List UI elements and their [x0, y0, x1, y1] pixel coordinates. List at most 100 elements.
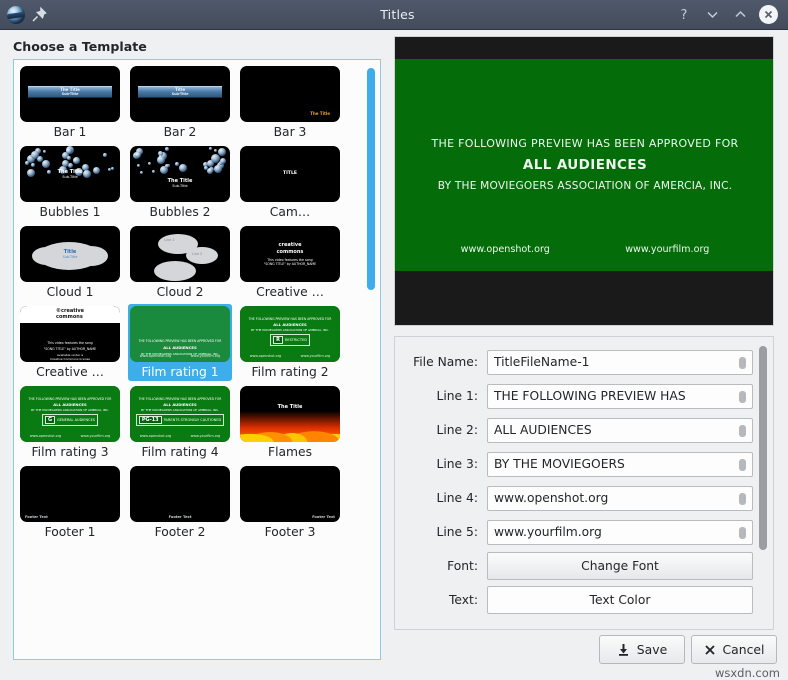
template-item-label: Creative …: [256, 284, 324, 300]
chevron-up-icon[interactable]: [731, 6, 749, 24]
field-value: THE FOLLOWING PREVIEW HAS: [494, 389, 686, 403]
field-line-4-input[interactable]: www.openshot.org: [487, 486, 753, 511]
template-item-label: Flames: [268, 444, 312, 460]
template-thumbnail: The TitleSub-Title: [20, 66, 120, 122]
openshot-logo-icon: [6, 5, 26, 25]
template-item-label: Film rating 2: [251, 364, 328, 380]
button-label: Change Font: [581, 559, 659, 573]
template-item-label: Footer 1: [45, 524, 96, 540]
form-row: Line 5:www.yourfilm.org: [395, 515, 753, 549]
template-item-bar-3[interactable]: The TitleBar 3: [238, 64, 342, 141]
form-label: Text:: [401, 593, 487, 607]
field-line-3-input[interactable]: BY THE MOVIEGOERS: [487, 452, 753, 477]
template-item-film-rating-4[interactable]: THE FOLLOWING PREVIEW HAS BEEN APPROVED …: [128, 384, 232, 461]
form-row: Line 2: ALL AUDIENCES: [395, 413, 753, 447]
save-button[interactable]: Save: [599, 635, 685, 664]
template-list-scrollbar-thumb[interactable]: [367, 68, 375, 290]
title-preview: THE FOLLOWING PREVIEW HAS BEEN APPROVED …: [394, 36, 774, 326]
template-item-cloud-1[interactable]: TitleSub-TitleCloud 1: [18, 224, 122, 301]
template-thumbnail: TITLE: [240, 146, 340, 202]
field-clear-handle-icon[interactable]: [739, 357, 746, 369]
form-row: Font: Change Font: [395, 549, 753, 583]
template-thumbnail: THE FOLLOWING PREVIEW HAS BEEN APPROVED …: [130, 386, 230, 442]
form-label: Line 1:: [401, 389, 487, 403]
template-item-footer-1[interactable]: Footer Text Footer 1: [18, 464, 122, 541]
form-row: Line 3:BY THE MOVIEGOERS: [395, 447, 753, 481]
download-icon: [617, 643, 630, 656]
template-item-film-rating-3[interactable]: THE FOLLOWING PREVIEW HAS BEEN APPROVED …: [18, 384, 122, 461]
form-row: Text: Text Color: [395, 583, 753, 617]
template-item-label: Cloud 1: [47, 284, 94, 300]
preview-line-1: THE FOLLOWING PREVIEW HAS BEEN APPROVED …: [395, 137, 774, 150]
field-value: TitleFileName-1: [494, 355, 589, 369]
field-value: ALL AUDIENCES: [494, 423, 592, 437]
template-item-label: Bubbles 1: [40, 204, 101, 220]
template-list-scrollbar[interactable]: [367, 62, 378, 657]
template-item-creative[interactable]: ©creativecommons This video features the…: [18, 304, 122, 381]
template-item-bar-1[interactable]: The TitleSub-Title Bar 1: [18, 64, 122, 141]
pin-icon[interactable]: [30, 6, 48, 24]
template-thumbnail: Footer Text: [20, 466, 120, 522]
template-item-creative[interactable]: creativecommons This video features the …: [238, 224, 342, 301]
template-item-cam[interactable]: TITLE Cam…: [238, 144, 342, 221]
text-color-button[interactable]: Text Color: [487, 586, 753, 614]
template-thumbnail: Footer Text: [130, 466, 230, 522]
field-file-name-input[interactable]: TitleFileName-1: [487, 350, 753, 375]
template-item-footer-3[interactable]: Footer Text Footer 3: [238, 464, 342, 541]
help-icon[interactable]: ?: [675, 6, 693, 24]
template-list[interactable]: The TitleSub-Title Bar 1 TitleSub-TitleBar…: [13, 59, 381, 660]
template-item-bubbles-2[interactable]: The TitleSub-TitleBubbles 2: [128, 144, 232, 221]
template-item-label: Bar 1: [54, 124, 87, 140]
template-chooser-pane: Choose a Template The TitleSub-Title Bar …: [0, 30, 388, 634]
template-item-label: Bubbles 2: [150, 204, 211, 220]
field-clear-handle-icon[interactable]: [739, 493, 746, 505]
chevron-down-icon[interactable]: [703, 6, 721, 24]
form-row: Line 1: THE FOLLOWING PREVIEW HAS: [395, 379, 753, 413]
template-thumbnail: Line 1 Line 2: [130, 226, 230, 282]
form-scrollbar[interactable]: [759, 340, 771, 626]
save-button-label: Save: [637, 642, 667, 657]
preview-line-2: ALL AUDIENCES: [395, 157, 774, 173]
template-item-label: Footer 3: [265, 524, 316, 540]
preview-text-block: THE FOLLOWING PREVIEW HAS BEEN APPROVED …: [395, 137, 774, 192]
template-item-bar-2[interactable]: TitleSub-TitleBar 2: [128, 64, 232, 141]
template-thumbnail: THE FOLLOWING PREVIEW HAS BEEN APPROVED …: [130, 306, 230, 362]
field-value: www.openshot.org: [494, 491, 608, 505]
template-item-label: Cam…: [270, 204, 310, 220]
form-row: File Name:TitleFileName-1: [395, 345, 753, 379]
field-line-2-input[interactable]: ALL AUDIENCES: [487, 418, 753, 443]
template-item-footer-2[interactable]: Footer TextFooter 2: [128, 464, 232, 541]
template-item-cloud-2[interactable]: Line 1 Line 2 Cloud 2: [128, 224, 232, 301]
template-item-bubbles-1[interactable]: The TitleSub-Title Bubbles 1: [18, 144, 122, 221]
field-line-1-input[interactable]: THE FOLLOWING PREVIEW HAS: [487, 384, 753, 409]
form-label: Font:: [401, 559, 487, 573]
cancel-button-label: Cancel: [723, 642, 765, 657]
template-item-flames[interactable]: The TitleFlames: [238, 384, 342, 461]
template-item-film-rating-1[interactable]: THE FOLLOWING PREVIEW HAS BEEN APPROVED …: [128, 304, 232, 381]
field-clear-handle-icon[interactable]: [739, 459, 746, 471]
field-line-5-input[interactable]: www.yourfilm.org: [487, 520, 753, 545]
preview-canvas: THE FOLLOWING PREVIEW HAS BEEN APPROVED …: [395, 59, 774, 271]
form-scrollbar-thumb[interactable]: [759, 346, 767, 550]
template-item-film-rating-2[interactable]: THE FOLLOWING PREVIEW HAS BEEN APPROVED …: [238, 304, 342, 381]
template-item-label: Cloud 2: [157, 284, 204, 300]
title-properties-form: File Name:TitleFileName-1 Line 1: THE FOLL…: [394, 336, 774, 630]
template-thumbnail: The TitleSub-Title: [20, 146, 120, 202]
field-clear-handle-icon[interactable]: [739, 527, 746, 539]
close-icon[interactable]: [759, 5, 778, 24]
template-thumbnail: creativecommons This video features the …: [240, 226, 340, 282]
template-thumbnail: TitleSub-Title: [130, 66, 230, 122]
button-label: Text Color: [590, 593, 651, 607]
cancel-button[interactable]: Cancel: [691, 635, 777, 664]
title-bar-left-icons: [0, 5, 120, 25]
field-clear-handle-icon[interactable]: [739, 425, 746, 437]
change-font-button[interactable]: Change Font: [487, 552, 753, 580]
close-icon: [704, 644, 716, 656]
preview-urls: www.openshot.org www.yourfilm.org: [395, 244, 774, 255]
template-thumbnail: Footer Text: [240, 466, 340, 522]
section-title: Choose a Template: [13, 39, 147, 54]
template-grid: The TitleSub-Title Bar 1 TitleSub-TitleBar…: [14, 60, 366, 543]
field-clear-handle-icon[interactable]: [739, 391, 746, 403]
form-row: Line 4:www.openshot.org: [395, 481, 753, 515]
form-label: Line 2:: [401, 423, 487, 437]
